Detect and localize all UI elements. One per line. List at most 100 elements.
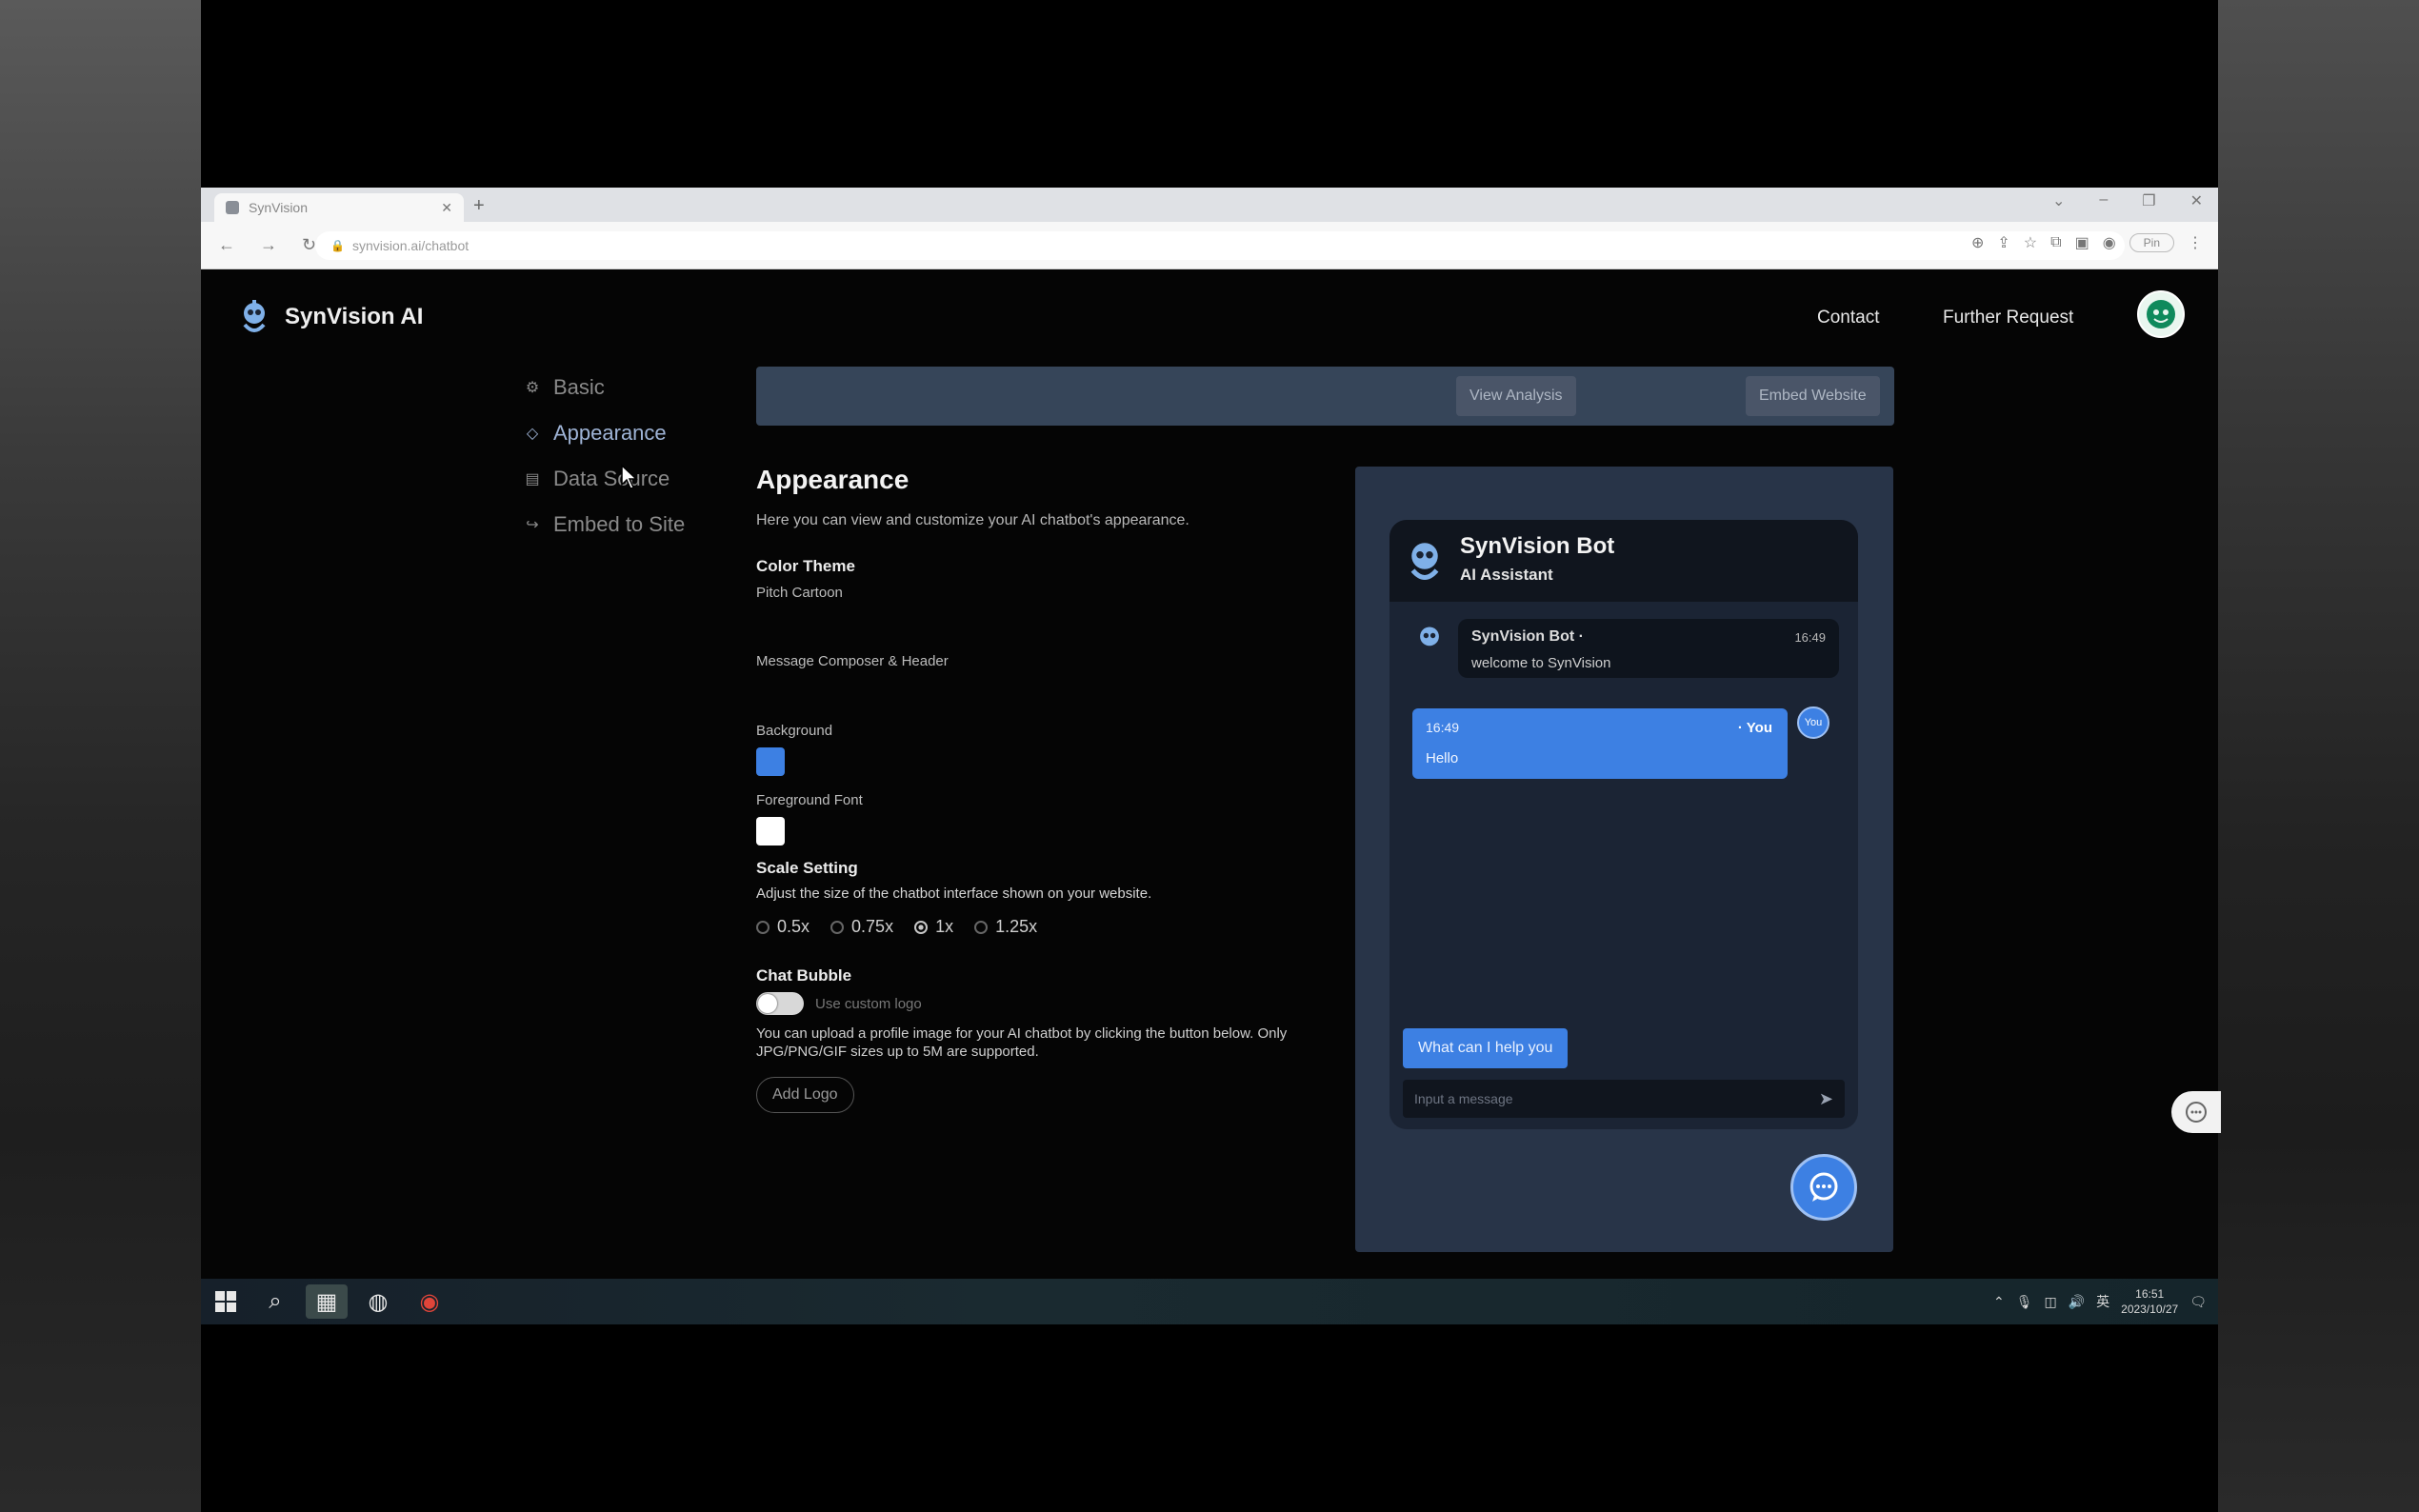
action-bar: View Analysis Embed Website xyxy=(756,367,1894,426)
chevron-down-icon[interactable]: ⌄ xyxy=(2052,191,2065,210)
message-text: Hello xyxy=(1426,750,1459,766)
clock-date: 2023/10/27 xyxy=(2121,1303,2179,1316)
settings-icon: ⚙ xyxy=(525,380,540,396)
profile-pill[interactable]: Pin xyxy=(2129,233,2174,252)
bookmark-star-icon[interactable]: ☆ xyxy=(2024,233,2037,252)
quick-reply-button[interactable]: What can I help you xyxy=(1403,1028,1569,1068)
browser-tools: ⊕ ⇪ ☆ ⧉ ▣ ◉ Pin ⋮ xyxy=(1971,233,2203,252)
blurred-left-border xyxy=(0,0,201,1512)
url-text: synvision.ai/chatbot xyxy=(351,238,470,253)
sidebar-item-embed[interactable]: ↪ Embed to Site xyxy=(525,502,685,547)
browser-tab[interactable]: SynVision ✕ xyxy=(214,193,464,222)
new-tab-icon[interactable]: + xyxy=(473,195,485,217)
view-analysis-button[interactable]: View Analysis xyxy=(1456,376,1576,416)
mouse-cursor-icon xyxy=(621,464,638,489)
embed-website-button[interactable]: Embed Website xyxy=(1746,376,1880,416)
clock[interactable]: 16:51 2023/10/27 xyxy=(2121,1286,2178,1317)
search-icon[interactable]: ⌕ xyxy=(254,1284,296,1319)
screenshot-frame: SynVision ✕ + ⌄ – ❐ ✕ ← → ↻ 🔒 synvision.… xyxy=(0,0,2419,1512)
app-page: SynVision AI Contact Further Request ⚙ B… xyxy=(201,269,2221,1279)
network-icon[interactable]: ◫ xyxy=(2044,1294,2056,1310)
forward-icon[interactable]: → xyxy=(260,235,277,255)
message-composer[interactable]: Input a message ➤ xyxy=(1403,1080,1845,1118)
appearance-icon: ◇ xyxy=(526,426,539,442)
user-avatar[interactable] xyxy=(2137,290,2185,338)
address-bar[interactable]: 🔒 synvision.ai/chatbot xyxy=(315,231,2125,260)
page-title: Appearance xyxy=(756,465,910,494)
menu-icon[interactable]: ⋮ xyxy=(2188,233,2203,252)
bot-message-avatar-icon xyxy=(1420,627,1439,647)
favicon-icon xyxy=(226,201,239,214)
synvision-logo-icon xyxy=(243,300,266,332)
volume-icon[interactable]: 🔊 xyxy=(2069,1294,2085,1310)
toggle-knob xyxy=(758,994,777,1013)
foreground-color-swatch[interactable] xyxy=(756,817,785,846)
radio-dot-selected xyxy=(914,920,929,934)
notification-icon[interactable]: 🗨 xyxy=(2189,1294,2207,1310)
scale-option-1x[interactable]: 1x xyxy=(914,917,953,937)
bot-name: SynVision Bot xyxy=(1460,533,1615,559)
user-message: 16:49 · You Hello xyxy=(1412,708,1788,779)
desktop-screen: SynVision ✕ + ⌄ – ❐ ✕ ← → ↻ 🔒 synvision.… xyxy=(201,0,2221,1512)
message-sender: · You xyxy=(1737,720,1772,736)
foreground-font-label: Foreground Font xyxy=(756,792,863,808)
scale-description: Adjust the size of the chatbot interface… xyxy=(756,885,1152,902)
chat-bubble-heading: Chat Bubble xyxy=(756,966,852,985)
close-icon[interactable]: ✕ xyxy=(2190,191,2203,210)
radio-label: 1.25x xyxy=(995,917,1038,936)
chatbot-preview-panel: SynVision Bot AI Assistant SynVision Bot… xyxy=(1355,467,1893,1252)
reload-icon[interactable]: ↻ xyxy=(302,235,316,255)
ime-icon[interactable]: 英 xyxy=(2096,1292,2109,1311)
further-request-link[interactable]: Further Request xyxy=(1943,308,2073,328)
contact-link[interactable]: Contact xyxy=(1817,308,1879,328)
data-source-icon: ▤ xyxy=(525,471,540,487)
share-icon[interactable]: ⇪ xyxy=(1997,233,2009,252)
user-message-avatar: You xyxy=(1797,706,1829,739)
extensions-icon[interactable]: ⧉ xyxy=(2050,234,2061,251)
profile-icon[interactable]: ◉ xyxy=(2103,233,2116,252)
radio-dot xyxy=(756,920,770,934)
appearance-settings: Appearance Here you can view and customi… xyxy=(756,465,1347,1113)
scale-option-1-25x[interactable]: 1.25x xyxy=(974,917,1037,937)
radio-label: 1x xyxy=(935,917,954,936)
add-logo-button[interactable]: Add Logo xyxy=(756,1077,854,1113)
chat-bubble-launcher[interactable] xyxy=(1790,1154,1857,1221)
sidebar-item-data-source[interactable]: ▤ Data Source xyxy=(525,456,685,502)
floating-chat-widget[interactable] xyxy=(2171,1091,2221,1133)
minimize-icon[interactable]: – xyxy=(2099,191,2108,210)
zoom-icon[interactable]: ⊕ xyxy=(1971,233,1984,252)
scale-option-0-5x[interactable]: 0.5x xyxy=(756,917,810,937)
tab-title: SynVision xyxy=(249,200,309,215)
browser-tab-bar: SynVision ✕ + ⌄ – ❐ ✕ xyxy=(201,188,2218,222)
back-icon[interactable]: ← xyxy=(218,235,235,255)
tray-chevron-icon[interactable]: ⌃ xyxy=(1993,1294,2005,1310)
chrome-icon[interactable]: ◉ xyxy=(409,1284,450,1319)
sidebar-item-label: Embed to Site xyxy=(553,512,686,536)
taskbar-app-icon[interactable]: ▦ xyxy=(306,1284,348,1319)
window-controls: ⌄ – ❐ ✕ xyxy=(2052,191,2203,210)
sidebar-item-basic[interactable]: ⚙ Basic xyxy=(525,365,685,410)
tab-close-icon[interactable]: ✕ xyxy=(441,200,452,216)
sidebar-item-label: Appearance xyxy=(553,421,667,445)
sidebar-item-label: Data Source xyxy=(553,467,670,490)
color-theme-heading: Color Theme xyxy=(756,557,855,575)
windows-start-icon[interactable] xyxy=(214,1290,237,1313)
send-icon[interactable]: ➤ xyxy=(1819,1089,1833,1109)
radio-label: 0.75x xyxy=(851,917,894,936)
custom-logo-toggle[interactable] xyxy=(756,992,804,1015)
embed-icon: ↪ xyxy=(526,517,539,533)
background-color-swatch[interactable] xyxy=(756,747,785,776)
mic-icon[interactable]: 🎙 xyxy=(2016,1294,2033,1310)
sidebar-icon[interactable]: ▣ xyxy=(2075,233,2089,252)
theme-style-value[interactable]: Pitch Cartoon xyxy=(756,585,843,601)
floating-chat-icon xyxy=(2186,1102,2207,1123)
sidebar-item-appearance[interactable]: ◇ Appearance xyxy=(525,410,685,456)
scale-option-0-75x[interactable]: 0.75x xyxy=(830,917,893,937)
brand[interactable]: SynVision AI xyxy=(235,298,423,336)
bot-subtitle: AI Assistant xyxy=(1460,566,1553,584)
taskbar-app-icon[interactable]: ◍ xyxy=(357,1284,399,1319)
chat-header: SynVision Bot AI Assistant xyxy=(1389,520,1858,602)
maximize-icon[interactable]: ❐ xyxy=(2142,191,2155,210)
clock-time: 16:51 xyxy=(2135,1287,2165,1301)
bot-message: SynVision Bot · 16:49 welcome to SynVisi… xyxy=(1458,619,1839,678)
